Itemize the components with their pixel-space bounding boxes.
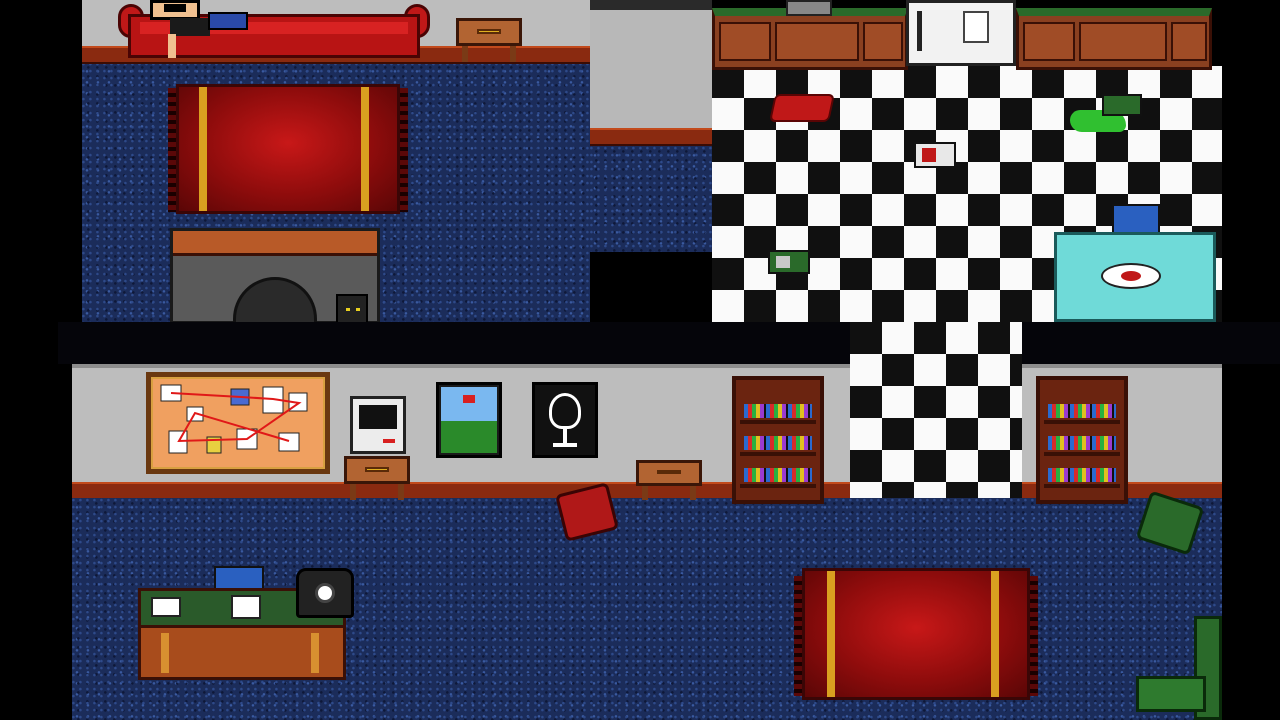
table-leg: [642, 486, 648, 500]
table-leg: [510, 46, 516, 62]
rug-icon: [176, 84, 400, 214]
table-leg: [350, 484, 356, 500]
telephone-icon[interactable]: [296, 568, 354, 618]
canister-icon[interactable]: [768, 250, 810, 274]
rug-fringe: [400, 88, 408, 212]
corkboard-icon[interactable]: [146, 372, 330, 474]
hall-floor: [590, 146, 712, 252]
computer-icon[interactable]: [350, 396, 406, 454]
bookcase-icon[interactable]: [732, 376, 824, 504]
kitchen-chair[interactable]: [1112, 204, 1160, 234]
canister-icon[interactable]: [914, 142, 956, 168]
hall-baseboard: [590, 128, 712, 146]
rug-icon: [802, 568, 1030, 700]
counter-icon[interactable]: [1016, 8, 1212, 70]
counter-icon[interactable]: [712, 8, 908, 70]
canister-icon[interactable]: [1102, 94, 1142, 116]
rug-fringe: [794, 576, 802, 696]
table-leg: [398, 484, 404, 500]
landscape-painting-icon[interactable]: [436, 382, 502, 458]
table-leg: [690, 486, 696, 500]
refrigerator-icon[interactable]: [906, 0, 1016, 66]
skull-picture-icon[interactable]: [532, 382, 598, 458]
rug-fringe: [1030, 576, 1038, 696]
side-table-icon[interactable]: [456, 18, 522, 46]
person-icon[interactable]: [140, 0, 250, 58]
side-table-icon[interactable]: [636, 460, 702, 486]
bookcase-icon[interactable]: [1036, 376, 1128, 504]
side-table-icon[interactable]: [344, 456, 410, 484]
desk-chair[interactable]: [214, 566, 264, 590]
rug-fringe: [168, 88, 176, 212]
kitchen-table-icon[interactable]: [1054, 232, 1216, 322]
hall-wall: [590, 0, 712, 128]
red-cloth-icon[interactable]: [769, 94, 835, 122]
plate-icon[interactable]: [1101, 263, 1161, 289]
checker-floor-icon: [850, 322, 1022, 498]
cat-icon[interactable]: [336, 294, 368, 324]
table-leg: [462, 46, 468, 62]
sink-icon[interactable]: [786, 0, 832, 16]
armchair-icon[interactable]: [1136, 616, 1222, 720]
hall-shadow: [590, 252, 712, 324]
corridor-shadow: [58, 322, 1280, 364]
